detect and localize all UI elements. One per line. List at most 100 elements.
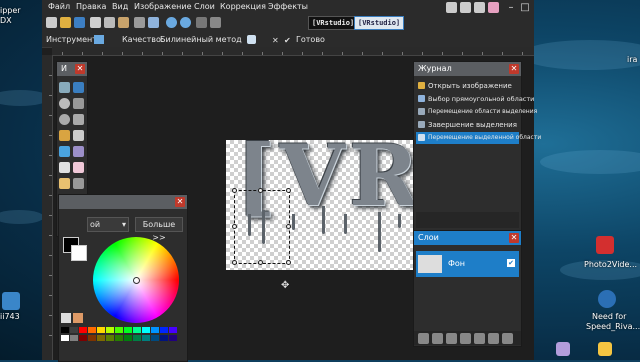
layers-toolbar (414, 331, 521, 345)
history-panel-header[interactable]: Журнал ✕ (414, 62, 521, 76)
desktop-label[interactable]: Photo2Vide... (584, 260, 637, 269)
selection-handle[interactable] (286, 224, 291, 229)
copy-icon[interactable] (104, 17, 115, 28)
lasso-tool-icon[interactable] (59, 98, 70, 109)
minimize-button[interactable]: – (504, 2, 518, 14)
colors-panel-header[interactable]: ✕ (59, 195, 187, 209)
selection-handle[interactable] (258, 260, 263, 265)
desktop-label[interactable]: Speed_Riva... (586, 322, 640, 331)
redo-icon[interactable] (180, 17, 191, 28)
add-layer-icon[interactable] (418, 333, 429, 344)
cancel-icon[interactable]: ✕ (272, 36, 280, 45)
tools-panel-header[interactable]: И ✕ (57, 62, 87, 76)
delete-layer-icon[interactable] (432, 333, 443, 344)
desktop-file-icon[interactable] (598, 342, 612, 356)
desktop-label[interactable]: ira (627, 55, 637, 64)
gradient-tool-icon[interactable] (73, 146, 84, 157)
checkmark-icon[interactable]: ✔ (284, 36, 292, 45)
close-icon[interactable]: ✕ (509, 64, 519, 74)
tools-panel-title: И (61, 64, 67, 73)
move-selection-tool-icon[interactable] (73, 98, 84, 109)
ellipse-select-tool-icon[interactable] (59, 114, 70, 125)
layers-toggle-icon[interactable] (474, 2, 485, 13)
magic-wand-tool-icon[interactable] (59, 130, 70, 141)
move-layer-up-icon[interactable] (474, 333, 485, 344)
clone-stamp-tool-icon[interactable] (73, 178, 84, 189)
history-toggle-icon[interactable] (460, 2, 471, 13)
selection-handle[interactable] (286, 188, 291, 193)
desktop-label[interactable]: DX (0, 16, 12, 25)
merge-layer-icon[interactable] (460, 333, 471, 344)
move-tool-icon[interactable] (94, 35, 104, 44)
colors-toggle-icon[interactable] (488, 2, 499, 13)
document-tab[interactable]: [VRstudio] (308, 16, 359, 30)
secondary-color-swatch[interactable] (71, 245, 87, 261)
palette-menu-icon[interactable] (61, 313, 71, 323)
layer-properties-icon[interactable] (502, 333, 513, 344)
maximize-button[interactable]: □ (518, 2, 532, 14)
selection-outline[interactable] (234, 190, 290, 264)
desktop-file-icon[interactable] (556, 342, 570, 356)
menu-edit[interactable]: Правка (76, 2, 106, 11)
menu-adjustments[interactable]: Коррекция (220, 2, 266, 11)
selection-handle[interactable] (232, 188, 237, 193)
save-icon[interactable] (74, 17, 85, 28)
eraser-tool-icon[interactable] (73, 162, 84, 173)
color-mode-dropdown[interactable]: ой ▾ (87, 217, 129, 232)
crop-icon[interactable] (134, 17, 145, 28)
document-tab-active[interactable]: [VRstudio] (354, 16, 405, 30)
zoom-tool-icon[interactable] (73, 114, 84, 125)
pencil-tool-icon[interactable] (59, 178, 70, 189)
open-folder-icon[interactable] (60, 17, 71, 28)
desktop-label[interactable]: Need for (592, 312, 626, 321)
undo-icon[interactable] (166, 17, 177, 28)
menu-view[interactable]: Вид (112, 2, 128, 11)
menu-file[interactable]: Файл (48, 2, 70, 11)
layer-row[interactable]: Фон ✔ (416, 251, 519, 277)
more-button[interactable]: Больше >> (135, 217, 183, 242)
history-panel: Журнал ✕ Открыть изображение Выбор прямо… (413, 61, 541, 233)
pan-tool-icon[interactable] (73, 130, 84, 141)
new-file-icon[interactable] (46, 17, 57, 28)
close-icon[interactable]: ✕ (175, 197, 185, 207)
close-icon[interactable]: ✕ (75, 64, 85, 74)
move-layer-down-icon[interactable] (488, 333, 499, 344)
tools-toggle-icon[interactable] (446, 2, 457, 13)
cut-icon[interactable] (90, 17, 101, 28)
close-icon[interactable]: ✕ (509, 233, 519, 243)
move-selected-tool-icon[interactable] (73, 82, 84, 93)
history-item[interactable]: Выбор прямоугольной области (416, 93, 534, 105)
desktop-label[interactable]: ipper (0, 6, 21, 15)
paste-icon[interactable] (118, 17, 129, 28)
quality-select[interactable]: Билинейный метод (160, 35, 242, 44)
grid-icon[interactable] (196, 17, 207, 28)
history-item[interactable]: Завершение выделения (416, 119, 519, 131)
selection-handle[interactable] (258, 188, 263, 193)
color-wheel-marker[interactable] (133, 277, 140, 284)
menu-layers[interactable]: Слои (194, 2, 215, 11)
layers-panel-header[interactable]: Слои ✕ (414, 231, 521, 245)
selection-handle[interactable] (286, 260, 291, 265)
history-item[interactable]: Открыть изображение (416, 80, 519, 92)
paintbrush-tool-icon[interactable] (59, 162, 70, 173)
deselect-icon[interactable] (148, 17, 159, 28)
layer-visibility-checkbox[interactable]: ✔ (507, 259, 515, 267)
selection-handle[interactable] (232, 260, 237, 265)
history-item-selected[interactable]: Перемещение выделенной области (416, 132, 541, 144)
duplicate-layer-icon[interactable] (446, 333, 457, 344)
need-for-speed-icon[interactable] (598, 290, 616, 308)
history-item[interactable]: Перемещение области выделения (416, 106, 537, 118)
selection-handle[interactable] (232, 224, 237, 229)
menu-image[interactable]: Изображение (134, 2, 192, 11)
desktop-file-icon[interactable] (2, 292, 20, 310)
photo2video-icon[interactable] (596, 236, 614, 254)
menu-effects[interactable]: Эффекты (268, 2, 308, 11)
rect-select-tool-icon[interactable] (59, 82, 70, 93)
desktop-label[interactable]: ii743 (0, 312, 20, 321)
settings-icon[interactable] (210, 17, 221, 28)
blend-mode-icon[interactable] (247, 35, 256, 44)
done-button[interactable]: Готово (296, 35, 325, 44)
color-picker-icon[interactable] (73, 313, 83, 323)
ruler-horizontal (52, 47, 534, 56)
paint-bucket-tool-icon[interactable] (59, 146, 70, 157)
